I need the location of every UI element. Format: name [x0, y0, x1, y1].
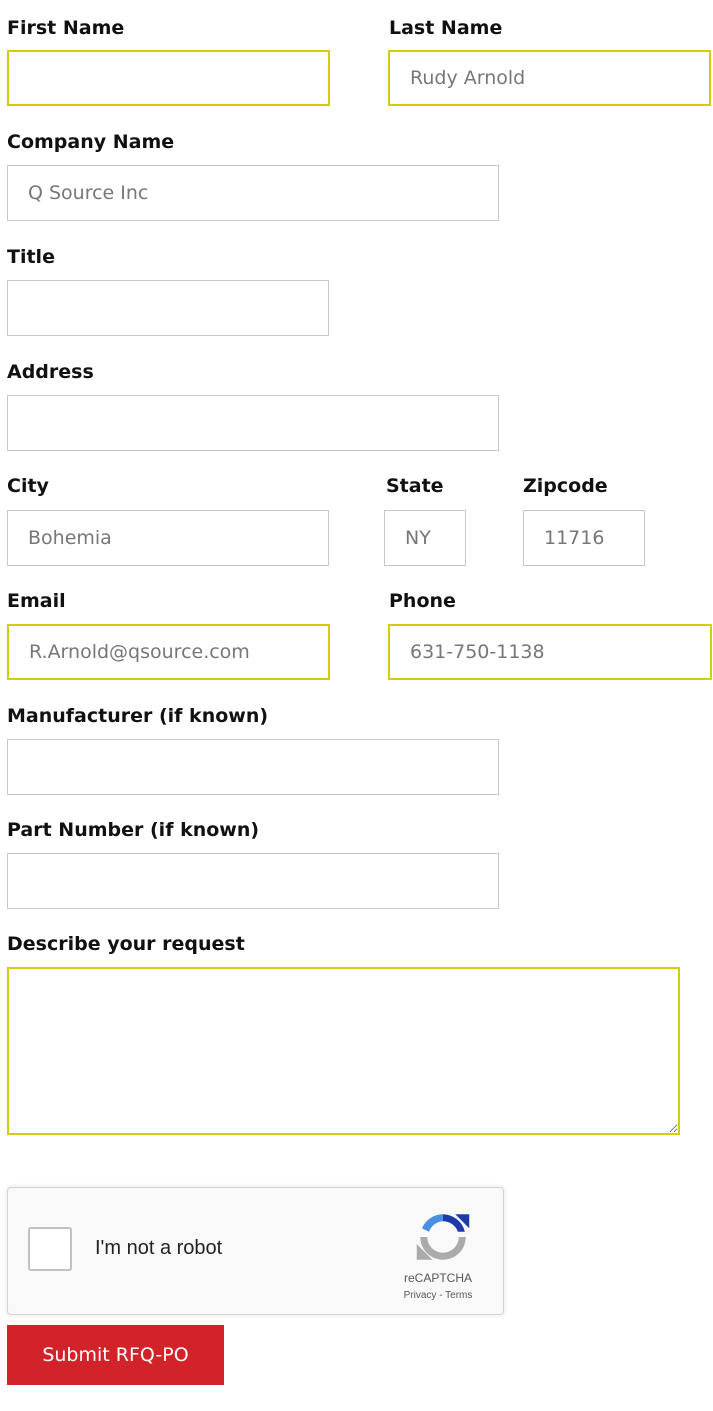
company-name-label: Company Name: [7, 131, 175, 153]
address-field[interactable]: [7, 395, 499, 451]
part-number-field[interactable]: [7, 853, 499, 909]
city-field[interactable]: [7, 510, 329, 566]
phone-field[interactable]: [388, 624, 712, 680]
recaptcha-links: Privacy - Terms: [380, 1290, 496, 1301]
company-name-field[interactable]: [7, 165, 499, 221]
manufacturer-field[interactable]: [7, 739, 499, 795]
title-label: Title: [7, 246, 55, 268]
request-label: Describe your request: [7, 933, 245, 955]
part-number-label: Part Number (if known): [7, 819, 260, 841]
first-name-field[interactable]: [7, 50, 330, 106]
last-name-label: Last Name: [389, 17, 503, 39]
recaptcha-checkbox[interactable]: [28, 1227, 72, 1271]
recaptcha-brand: reCAPTCHA: [403, 1271, 472, 1285]
first-name-label: First Name: [7, 17, 125, 39]
recaptcha-links-separator: -: [436, 1290, 446, 1301]
manufacturer-label: Manufacturer (if known): [7, 705, 269, 727]
rfq-form: First Name Last Name Company Name Title …: [0, 0, 713, 1411]
recaptcha-logo-icon: [416, 1214, 470, 1260]
address-label: Address: [7, 361, 94, 383]
recaptcha-terms-link[interactable]: Terms: [445, 1290, 472, 1301]
recaptcha-widget: I'm not a robot reCAPTCHA Privacy - Term…: [7, 1187, 504, 1315]
submit-button[interactable]: Submit RFQ-PO: [7, 1325, 224, 1385]
request-textarea[interactable]: [7, 967, 680, 1135]
state-field[interactable]: [384, 510, 466, 566]
email-field[interactable]: [7, 624, 330, 680]
state-label: State: [386, 475, 444, 497]
email-label: Email: [7, 590, 66, 612]
city-label: City: [7, 475, 49, 497]
title-field[interactable]: [7, 280, 329, 336]
last-name-field[interactable]: [388, 50, 711, 106]
zipcode-field[interactable]: [523, 510, 645, 566]
zipcode-label: Zipcode: [523, 475, 608, 497]
recaptcha-privacy-link[interactable]: Privacy: [404, 1290, 437, 1301]
phone-label: Phone: [389, 590, 456, 612]
recaptcha-checkbox-label: I'm not a robot: [95, 1237, 223, 1259]
